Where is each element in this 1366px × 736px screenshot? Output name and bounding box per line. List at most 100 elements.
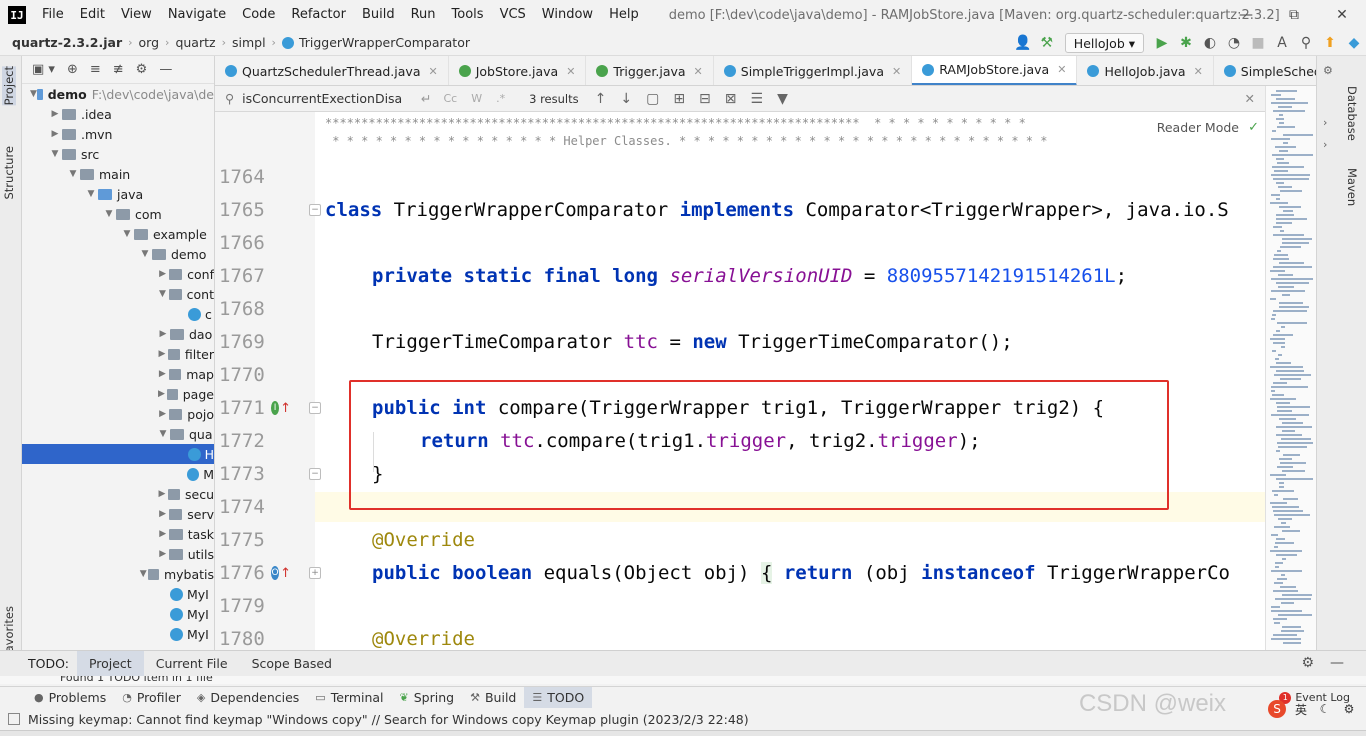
chevron-right-icon[interactable]: ▶ bbox=[156, 389, 167, 399]
breadcrumb-simpl[interactable]: simpl bbox=[226, 35, 272, 50]
find-input[interactable]: ⚲ isConcurrentExectionDisa bbox=[215, 88, 415, 110]
update-icon[interactable]: ⬆ bbox=[1318, 32, 1342, 54]
breadcrumb-quartz[interactable]: quartz bbox=[169, 35, 221, 50]
remove-selection-icon[interactable]: ⊟ bbox=[699, 91, 711, 107]
tree-node[interactable]: ▼ demo bbox=[22, 244, 214, 264]
tree-node[interactable]: ▼ main bbox=[22, 164, 214, 184]
menu-refactor[interactable]: Refactor bbox=[283, 0, 354, 30]
menu-vcs[interactable]: VCS bbox=[492, 0, 534, 30]
chevron-down-icon[interactable]: ▼ bbox=[84, 189, 98, 199]
editor-tab[interactable]: JobStore.java ✕ bbox=[449, 56, 587, 85]
menu-run[interactable]: Run bbox=[403, 0, 444, 30]
spring-tool[interactable]: ❦ Spring bbox=[392, 687, 463, 709]
tab-maven[interactable]: Maven bbox=[1345, 168, 1359, 206]
coverage-icon[interactable]: ◐ bbox=[1198, 32, 1222, 54]
tree-node[interactable]: ▼ java bbox=[22, 184, 214, 204]
translate-icon[interactable]: A bbox=[1270, 32, 1294, 54]
tree-node[interactable]: ▶ .idea bbox=[22, 104, 214, 124]
tree-node[interactable]: ▼ src bbox=[22, 144, 214, 164]
tree-node[interactable]: MyI bbox=[22, 624, 214, 644]
tree-node[interactable]: ▶ task bbox=[22, 524, 214, 544]
chevron-down-icon[interactable]: ▼ bbox=[48, 149, 62, 159]
tree-node[interactable]: ▼ com bbox=[22, 204, 214, 224]
menu-build[interactable]: Build bbox=[354, 0, 403, 30]
tree-node[interactable]: ▶ utils bbox=[22, 544, 214, 564]
chevron-down-icon[interactable]: ▼ bbox=[156, 429, 170, 439]
tree-node[interactable]: ▼ mybatis bbox=[22, 564, 214, 584]
moon-icon[interactable]: ☾ bbox=[1316, 700, 1334, 718]
close-tab-icon[interactable]: ✕ bbox=[1057, 63, 1066, 76]
run-config-select[interactable]: HelloJob ▾ bbox=[1064, 33, 1144, 53]
breadcrumb-jar[interactable]: quartz-2.3.2.jar bbox=[0, 35, 128, 50]
settings-icon[interactable]: ⚙ bbox=[1340, 700, 1358, 718]
match-case-toggle[interactable]: Cc bbox=[443, 92, 457, 105]
gear-icon[interactable]: ⚙ bbox=[1301, 655, 1314, 671]
tree-node[interactable]: c bbox=[22, 304, 214, 324]
chevron-right-icon[interactable]: › bbox=[1323, 116, 1327, 129]
tree-node[interactable]: ▶ map bbox=[22, 364, 214, 384]
panel-layout-icon[interactable]: ▣ ▾ bbox=[32, 62, 55, 77]
whole-words-toggle[interactable]: W bbox=[471, 92, 482, 105]
tree-node[interactable]: MyI bbox=[22, 604, 214, 624]
chevron-right-icon[interactable]: › bbox=[1323, 138, 1327, 151]
expand-all-icon[interactable]: ≡ bbox=[90, 62, 101, 77]
new-line-icon[interactable]: ↵ bbox=[421, 91, 431, 106]
close-tab-icon[interactable]: ✕ bbox=[566, 65, 575, 78]
tree-node[interactable]: H bbox=[22, 444, 214, 464]
chevron-down-icon[interactable]: ▼ bbox=[120, 229, 134, 239]
tree-node[interactable]: MyI bbox=[22, 584, 214, 604]
tree-node[interactable]: ▶ page bbox=[22, 384, 214, 404]
chevron-right-icon[interactable]: ▶ bbox=[156, 409, 169, 419]
chevron-down-icon[interactable]: ▼ bbox=[30, 89, 37, 99]
tree-node[interactable]: ▼ demo F:\dev\code\java\de bbox=[22, 84, 214, 104]
options-icon[interactable]: ☰ bbox=[751, 91, 764, 107]
tree-node[interactable]: ▶ secu bbox=[22, 484, 214, 504]
build-tool[interactable]: ⚒ Build bbox=[462, 687, 524, 709]
chevron-right-icon[interactable]: ▶ bbox=[156, 489, 168, 499]
tree-node[interactable]: ▶ pojo bbox=[22, 404, 214, 424]
menu-file[interactable]: File bbox=[34, 0, 72, 30]
hide-icon[interactable]: — bbox=[1330, 655, 1344, 671]
tab-project[interactable]: Project bbox=[2, 66, 16, 106]
tab-database[interactable]: Database bbox=[1345, 86, 1359, 141]
chevron-right-icon[interactable]: ▶ bbox=[48, 129, 62, 139]
previous-occurrence-icon[interactable]: ↑ bbox=[595, 91, 607, 107]
fold-icon[interactable]: − bbox=[309, 402, 321, 414]
chevron-right-icon[interactable]: ▶ bbox=[48, 109, 62, 119]
minimize-button[interactable]: — bbox=[1222, 0, 1270, 30]
gear-icon[interactable]: ⚙ bbox=[1323, 64, 1333, 77]
chevron-right-icon[interactable]: ▶ bbox=[156, 349, 168, 359]
ime-icon[interactable]: S bbox=[1268, 700, 1286, 718]
chevron-right-icon[interactable]: ▶ bbox=[156, 269, 169, 279]
menu-tools[interactable]: Tools bbox=[444, 0, 492, 30]
collapse-all-icon[interactable]: ≢ bbox=[113, 62, 124, 77]
fold-icon[interactable]: − bbox=[309, 204, 321, 216]
breadcrumb-org[interactable]: org bbox=[133, 35, 166, 50]
gear-icon[interactable]: ⚙ bbox=[136, 62, 148, 77]
menu-code[interactable]: Code bbox=[234, 0, 283, 30]
chevron-right-icon[interactable]: ▶ bbox=[156, 509, 169, 519]
profile-icon[interactable]: ◔ bbox=[1222, 32, 1246, 54]
close-tab-icon[interactable]: ✕ bbox=[892, 65, 901, 78]
chevron-down-icon[interactable]: ▼ bbox=[156, 289, 169, 299]
editor-tab[interactable]: Trigger.java ✕ bbox=[586, 56, 714, 85]
code-editor[interactable]: Reader Mode ✓ **************************… bbox=[215, 112, 1265, 650]
hide-icon[interactable]: — bbox=[159, 62, 172, 77]
chevron-right-icon[interactable]: ▶ bbox=[156, 369, 169, 379]
code-minimap[interactable] bbox=[1265, 86, 1316, 650]
add-selection-icon[interactable]: ⊞ bbox=[673, 91, 685, 107]
reader-mode-button[interactable]: Reader Mode bbox=[1157, 120, 1239, 135]
editor-tab[interactable]: HelloJob.java ✕ bbox=[1077, 56, 1214, 85]
chevron-right-icon[interactable]: ▶ bbox=[156, 529, 169, 539]
overrides-marker[interactable]: O ↑ bbox=[271, 564, 291, 582]
tree-node[interactable]: M bbox=[22, 464, 214, 484]
chevron-down-icon[interactable]: ▼ bbox=[102, 209, 116, 219]
editor-tab[interactable]: QuartzSchedulerThread.java ✕ bbox=[215, 56, 449, 85]
status-toggle-icon[interactable] bbox=[8, 713, 20, 725]
chevron-down-icon[interactable]: ▼ bbox=[138, 249, 152, 259]
tree-node[interactable]: ▶ conf bbox=[22, 264, 214, 284]
problems-tool[interactable]: ● Problems bbox=[26, 687, 114, 709]
chevron-right-icon[interactable]: ▶ bbox=[156, 329, 170, 339]
dependencies-tool[interactable]: ◈ Dependencies bbox=[189, 687, 307, 709]
menu-view[interactable]: View bbox=[113, 0, 160, 30]
